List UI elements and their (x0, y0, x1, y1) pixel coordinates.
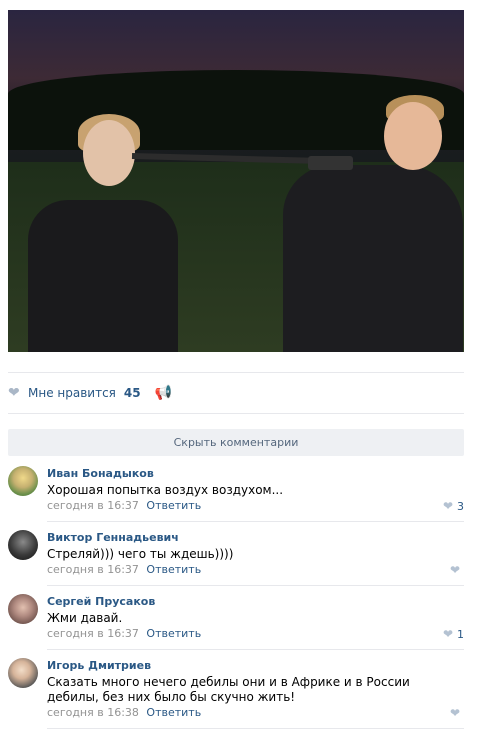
comment-meta: сегодня в 16:38 Ответить (47, 706, 201, 719)
like-count[interactable]: 45 (124, 386, 141, 400)
post-photo[interactable] (8, 10, 464, 352)
comment-time: сегодня в 16:37 (47, 563, 139, 576)
comment-time: сегодня в 16:37 (47, 499, 139, 512)
like-button-label[interactable]: Мне нравится (28, 386, 116, 400)
comment-time: сегодня в 16:38 (47, 706, 139, 719)
comment-text: Жми давай. (47, 611, 123, 625)
avatar[interactable] (8, 658, 38, 688)
comment-like-button[interactable]: ❤ (450, 563, 464, 577)
avatar[interactable] (8, 530, 38, 560)
divider (47, 585, 464, 586)
reply-button[interactable]: Ответить (146, 627, 201, 640)
divider (47, 728, 464, 729)
comment-text: Хорошая попытка воздух воздухом... (47, 483, 284, 497)
comment-time: сегодня в 16:37 (47, 627, 139, 640)
comment-like-count: 3 (457, 499, 464, 513)
divider (47, 521, 464, 522)
photo-person-right-body (283, 165, 463, 352)
hide-comments-button[interactable]: Скрыть комментарии (8, 429, 464, 456)
divider (47, 649, 464, 650)
comment-item: Иван Бонадыков Хорошая попытка воздух во… (8, 466, 464, 522)
comment-meta: сегодня в 16:37 Ответить (47, 627, 201, 640)
like-bar: ❤ Мне нравится 45 📢 (8, 383, 172, 403)
divider (8, 413, 464, 414)
heart-icon: ❤ (449, 563, 460, 577)
comment-text: Стреляй))) чего ты ждешь)))) (47, 547, 234, 561)
comment-author[interactable]: Сергей Прусаков (47, 595, 155, 608)
avatar[interactable] (8, 594, 38, 624)
comment-like-button[interactable]: ❤ 1 (443, 627, 464, 641)
comment-author[interactable]: Виктор Геннадьевич (47, 531, 179, 544)
photo-person-left-head (83, 120, 135, 186)
heart-icon: ❤ (442, 627, 453, 641)
reply-button[interactable]: Ответить (146, 563, 201, 576)
comment-meta: сегодня в 16:37 Ответить (47, 563, 201, 576)
avatar[interactable] (8, 466, 38, 496)
photo-rifle-stock (308, 156, 353, 170)
comment-like-count: 1 (457, 627, 464, 641)
heart-icon[interactable]: ❤ (8, 386, 22, 400)
comment-item: Виктор Геннадьевич Стреляй))) чего ты жд… (8, 530, 464, 586)
photo-person-left-body (28, 200, 178, 352)
comment-like-button[interactable]: ❤ 3 (443, 499, 464, 513)
comment-text: Сказать много нечего дебилы они и в Афри… (47, 675, 410, 704)
photo-person-right-head (384, 102, 442, 170)
divider (8, 372, 464, 373)
heart-icon: ❤ (442, 499, 453, 513)
comment-item: Игорь Дмитриев Сказать много нечего деби… (8, 658, 464, 730)
comment-author[interactable]: Иван Бонадыков (47, 467, 154, 480)
reply-button[interactable]: Ответить (146, 706, 201, 719)
comment-meta: сегодня в 16:37 Ответить (47, 499, 201, 512)
reply-button[interactable]: Ответить (146, 499, 201, 512)
comment-author[interactable]: Игорь Дмитриев (47, 659, 151, 672)
heart-icon: ❤ (449, 706, 460, 720)
comment-like-button[interactable]: ❤ (450, 706, 464, 720)
comment-item: Сергей Прусаков Жми давай. сегодня в 16:… (8, 594, 464, 650)
megaphone-icon[interactable]: 📢 (155, 385, 172, 401)
